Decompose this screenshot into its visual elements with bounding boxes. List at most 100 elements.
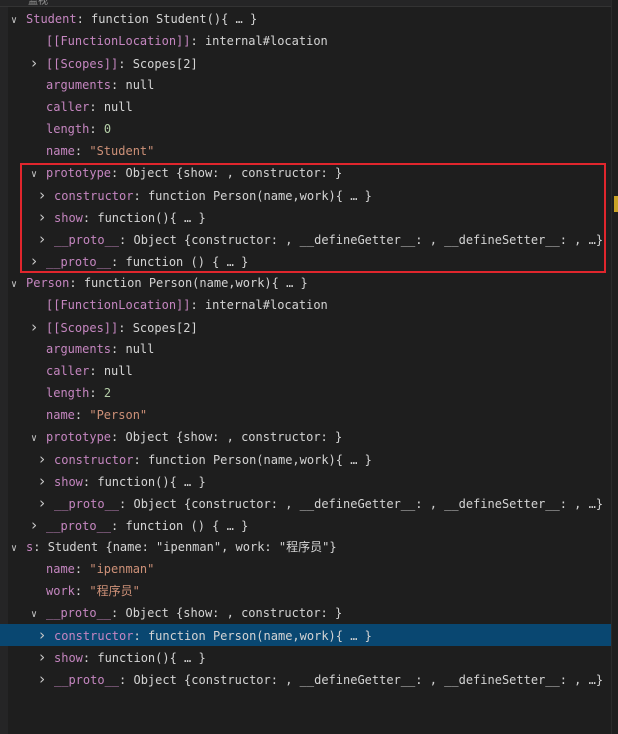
tree-row[interactable]: length: 2 [0,382,612,404]
property-value: function () { … } [125,255,249,269]
chevron-right-icon[interactable]: › [28,514,40,536]
tree-row[interactable]: ∨ Student: function Student(){ … } [0,8,612,30]
separator: : [118,57,133,71]
chevron-down-icon[interactable]: ∨ [28,604,40,624]
separator: : [133,629,148,643]
property-value: "程序员" [89,584,140,598]
separator: : [119,673,134,687]
tree-row[interactable]: ∨ prototype: Object {show: , constructor:… [0,426,612,448]
tree-row[interactable]: › [[Scopes]]: Scopes[2] [0,52,612,74]
separator: : [89,122,104,136]
tree-row[interactable]: › constructor: function Person(name,work)… [0,184,612,206]
separator: : [111,606,126,620]
chevron-right-icon[interactable]: › [36,470,48,492]
chevron-right-icon[interactable]: › [36,184,48,206]
chevron-right-icon[interactable]: › [28,316,40,338]
chevron-right-icon[interactable]: › [36,624,48,646]
property-value: "Person" [89,408,148,422]
chevron-right-icon[interactable]: › [28,250,40,272]
property-value: function Person(name,work){ … } [147,629,372,643]
tree-row[interactable]: work: "程序员" [0,580,612,602]
tree-row[interactable]: ∨ __proto__: Object {show: , constructor:… [0,602,612,624]
separator: : [74,562,90,576]
tree-row[interactable]: › constructor: function Person(name,work)… [0,624,612,646]
chevron-right-icon[interactable]: › [36,492,48,514]
separator: : [82,475,98,489]
separator: : [111,255,126,269]
chevron-down-icon[interactable]: ∨ [28,164,40,184]
property-key: [[Scopes]] [46,57,119,71]
tree-row[interactable]: › [[Scopes]]: Scopes[2] [0,316,612,338]
separator: : [33,540,48,554]
tree-row[interactable]: › constructor: function Person(name,work)… [0,448,612,470]
property-key: prototype [46,166,112,180]
tree-row[interactable]: › show: function(){ … } [0,646,612,668]
property-key: prototype [46,430,112,444]
tree-row[interactable]: [[FunctionLocation]]: internal#location [0,30,612,52]
property-value: Object {show: , constructor: } [125,430,343,444]
separator: : [111,430,126,444]
chevron-right-icon[interactable]: › [36,646,48,668]
property-key: arguments [46,342,112,356]
property-value: function(){ … } [97,651,206,665]
tree-row[interactable]: name: "Student" [0,140,612,162]
separator: : [111,166,126,180]
property-value: Scopes[2] [132,321,198,335]
chevron-down-icon[interactable]: ∨ [28,428,40,448]
tree-row[interactable]: › __proto__: Object {constructor: , __def… [0,668,612,690]
separator: : [76,12,92,26]
property-value: function(){ … } [97,475,206,489]
separator: : [89,364,104,378]
tree-row[interactable]: › __proto__: function () { … } [0,250,612,272]
property-key: show [54,651,83,665]
property-value: function Student(){ … } [91,12,258,26]
property-value: function Person(name,work){ … } [147,453,372,467]
chevron-right-icon[interactable]: › [36,228,48,250]
property-key: length [46,122,90,136]
separator: : [190,298,205,312]
property-value: function Person(name,work){ … } [83,276,308,290]
scrollbar[interactable] [611,0,618,734]
chevron-right-icon[interactable]: › [36,448,48,470]
separator: : [111,78,126,92]
tree-row[interactable]: name: "ipenman" [0,558,612,580]
property-value: "Student" [89,144,155,158]
separator: : [69,276,84,290]
tree-row[interactable]: ∨ prototype: Object {show: , constructor:… [0,162,612,184]
tree-row[interactable]: ∨ s: Student {name: "ipenman", work: "程序员… [0,536,612,558]
tree-row[interactable]: caller: null [0,96,612,118]
property-value: function () { … } [125,519,249,533]
separator: : [89,100,104,114]
overview-marker [614,196,618,212]
tree-row[interactable]: › __proto__: function () { … } [0,514,612,536]
property-value: 2 [103,386,112,400]
tree-row[interactable]: length: 0 [0,118,612,140]
separator: : [89,386,104,400]
chevron-down-icon[interactable]: ∨ [8,10,20,30]
tree-row[interactable]: arguments: null [0,74,612,96]
separator: : [74,584,90,598]
tree-row[interactable]: [[FunctionLocation]]: internal#location [0,294,612,316]
property-key: constructor [54,453,134,467]
tree-row[interactable]: › __proto__: Object {constructor: , __def… [0,228,612,250]
tree-row[interactable]: arguments: null [0,338,612,360]
property-key: __proto__ [54,673,120,687]
chevron-right-icon[interactable]: › [28,52,40,74]
separator: : [82,651,98,665]
chevron-down-icon[interactable]: ∨ [8,538,20,558]
tree-row[interactable]: › show: function(){ … } [0,470,612,492]
chevron-right-icon[interactable]: › [36,668,48,690]
tree-row[interactable]: caller: null [0,360,612,382]
tree-row[interactable]: name: "Person" [0,404,612,426]
property-key: constructor [54,189,134,203]
property-key: length [46,386,90,400]
chevron-right-icon[interactable]: › [36,206,48,228]
property-key: [[FunctionLocation]] [46,298,191,312]
tree-row[interactable]: › __proto__: Object {constructor: , __def… [0,492,612,514]
separator: : [119,497,134,511]
chevron-down-icon[interactable]: ∨ [8,274,20,294]
tree-row[interactable]: ∨ Person: function Person(name,work){ … } [0,272,612,294]
property-key: caller [46,364,90,378]
property-value: Student {name: "ipenman", work: "程序员"} [47,540,337,554]
tree-row[interactable]: › show: function(){ … } [0,206,612,228]
